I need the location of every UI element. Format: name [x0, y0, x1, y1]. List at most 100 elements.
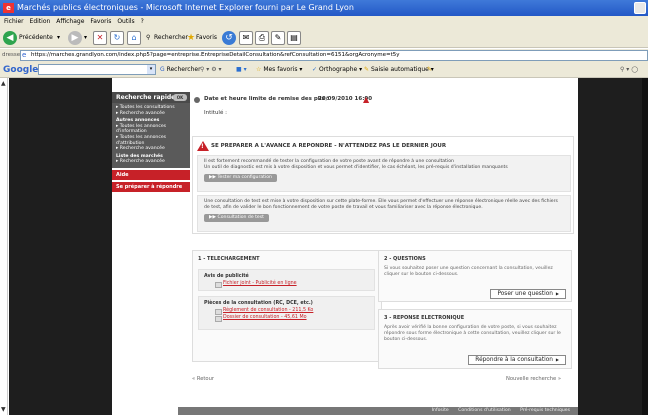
- menu-help[interactable]: ?: [141, 16, 144, 28]
- sidebar-item-notices-advanced-search[interactable]: ▸ Recherche avancée: [116, 146, 187, 152]
- test-consultation-block: Une consultation de test est mise à votr…: [197, 195, 571, 232]
- menu-edit[interactable]: Edition: [30, 16, 51, 28]
- response-title: 3 - REPONSE ELECTRONIQUE: [384, 315, 465, 321]
- calendar-icon[interactable]: ▲: [363, 95, 372, 104]
- refresh-icon[interactable]: ↻: [110, 31, 124, 45]
- google-search-button[interactable]: G Rechercher: [160, 64, 201, 76]
- sidebar-item-label: Recherche avancée: [119, 110, 165, 116]
- back-dropdown-icon[interactable]: ▾: [57, 31, 60, 45]
- window-control-button[interactable]: [634, 2, 646, 14]
- google-logo: Google: [3, 64, 38, 76]
- scroll-up-icon[interactable]: ▲: [1, 80, 6, 87]
- mail-icon[interactable]: ✉: [239, 31, 253, 45]
- prepare-warning-box: ! SE PREPARER A L'AVANCE A REPONDRE - N'…: [192, 136, 574, 234]
- address-bar: dresse e https://marches.grandlyon.com/i…: [0, 49, 648, 62]
- google-search-label: Rechercher: [166, 66, 201, 73]
- scroll-down-icon[interactable]: ▼: [1, 406, 6, 413]
- address-input[interactable]: e https://marches.grandlyon.com/index.ph…: [20, 50, 648, 61]
- rules-file-link[interactable]: Règlement de consultation - 211,5 Ko: [204, 307, 369, 315]
- sidebar-item-contracts-advanced-search[interactable]: ▸ Recherche avancée: [116, 159, 187, 165]
- print-icon[interactable]: ⎙: [255, 31, 269, 45]
- footer-link-terms[interactable]: Conditions d'utilisation: [458, 408, 511, 413]
- notice-title: Avis de publicité: [204, 274, 249, 279]
- footer-bar: Infosite Conditions d'utilisation Pré-re…: [178, 407, 578, 415]
- menu-favorites[interactable]: Favoris: [90, 16, 111, 28]
- google-favorites-button[interactable]: ☆ Mes favoris ▾: [256, 64, 302, 76]
- settings-icon[interactable]: ⚲ ▾ ◯: [620, 64, 638, 76]
- pencil-icon[interactable]: ✎: [427, 64, 432, 76]
- new-search-link[interactable]: Nouvelle recherche »: [506, 376, 561, 382]
- address-label: dresse: [2, 52, 21, 58]
- search-icon: ⚲: [146, 34, 151, 41]
- sidebar-help-link[interactable]: Aide: [112, 169, 190, 180]
- sidebar-item-information-notices[interactable]: ▸ Toutes les annonces d'information: [116, 124, 187, 135]
- consultation-file-link[interactable]: Dossier de consultation - 45,61 Mo: [204, 314, 369, 322]
- download-title: 1 - TELECHARGEMENT: [198, 256, 260, 262]
- page-icon: e: [22, 51, 27, 59]
- address-url: https://marches.grandlyon.com/index.php5…: [31, 52, 400, 58]
- left-navigation: Recherche rapide OK ▸ Toutes les consult…: [112, 92, 190, 192]
- autofill-button[interactable]: ✎ Saisie automatique ▾: [364, 64, 434, 76]
- deadline-block: Date et heure limite de remise des plis …: [192, 92, 572, 122]
- back-button[interactable]: Précédente: [19, 31, 53, 45]
- test-configuration-label: Tester ma configuration: [217, 175, 272, 181]
- forward-arrow-icon[interactable]: ▶: [68, 31, 82, 45]
- menu-bar: Fichier Edition Affichage Favoris Outils…: [0, 16, 648, 28]
- ask-question-button[interactable]: Poser une question: [490, 289, 566, 299]
- chevron-down-icon[interactable]: ▾: [147, 65, 155, 74]
- favorites-star-icon: ★: [187, 33, 196, 43]
- menu-file[interactable]: Fichier: [4, 16, 24, 28]
- sidebar-item-label: Recherche avancée: [119, 146, 165, 152]
- spellcheck-button[interactable]: ✓ Orthographe ▾: [312, 64, 362, 76]
- right-scrollbar[interactable]: [642, 78, 648, 415]
- footer-link-infosite[interactable]: Infosite: [432, 408, 449, 413]
- back-arrow-icon[interactable]: ◀: [3, 31, 17, 45]
- respond-button[interactable]: Répondre à la consultation: [468, 355, 566, 365]
- quick-search-go-button[interactable]: OK: [173, 94, 187, 101]
- forward-dropdown-icon[interactable]: ▾: [84, 31, 87, 45]
- spellcheck-label: Orthographe: [318, 66, 358, 73]
- test-configuration-button[interactable]: ▶▶ Tester ma configuration: [204, 174, 277, 183]
- sidebar-item-award-notices[interactable]: ▸ Toutes les annonces d'attribution: [116, 135, 187, 146]
- menu-tools[interactable]: Outils: [117, 16, 134, 28]
- ie-app-icon: e: [3, 3, 14, 13]
- bullet-icon: [194, 97, 200, 103]
- standard-toolbar: ◀ Précédente ▾ ▶ ▾ ✕ ↻ ⌂ ⚲ Rechercher ★ …: [0, 28, 648, 48]
- footer-link-requirements[interactable]: Pré-requis techniques: [520, 408, 570, 413]
- deadline-label: Date et heure limite de remise des plis …: [204, 96, 329, 102]
- discuss-icon[interactable]: ▤: [287, 31, 301, 45]
- stop-icon[interactable]: ✕: [93, 31, 107, 45]
- google-favorites-label: Mes favoris: [263, 66, 298, 73]
- warning-icon: !: [197, 141, 209, 151]
- history-icon[interactable]: ↺: [222, 31, 236, 45]
- documents-block: Pièces de la consultation (RC, DCE, etc.…: [198, 296, 375, 330]
- autofill-label: Saisie automatique: [370, 66, 429, 73]
- test-consultation-button[interactable]: ▶▶ Consultation de test: [204, 214, 269, 223]
- google-search-input[interactable]: ▾: [38, 64, 156, 75]
- menu-view[interactable]: Affichage: [56, 16, 84, 28]
- sidebar-item-advanced-search[interactable]: ▸ Recherche avancée: [116, 111, 187, 117]
- edit-icon[interactable]: ✎: [271, 31, 285, 45]
- left-scroll-gutter[interactable]: ▲ ▼: [0, 78, 8, 415]
- favorites-button[interactable]: Favoris: [196, 31, 217, 45]
- questions-text: Si vous souhaitez poser une question con…: [384, 266, 553, 278]
- sidebar-prepare-link[interactable]: Se préparer à répondre: [112, 181, 190, 192]
- notice-file-link[interactable]: Fichier joint - Publicité en ligne: [204, 280, 369, 288]
- search-button[interactable]: Rechercher: [154, 31, 188, 45]
- sidebar-menu: ▸ Toutes les consultations ▸ Recherche a…: [112, 103, 190, 168]
- bookmark-icon[interactable]: ■ ▾: [236, 64, 247, 76]
- home-icon[interactable]: ⌂: [127, 31, 141, 45]
- response-panel: 3 - REPONSE ELECTRONIQUE Après avoir vér…: [378, 309, 572, 369]
- google-options-icon[interactable]: ⚲ ▾ ⚙ ▾: [200, 64, 222, 76]
- back-link[interactable]: « Retour: [192, 376, 214, 382]
- questions-panel: 2 - QUESTIONS Si vous souhaitez poser un…: [378, 250, 572, 302]
- questions-title: 2 - QUESTIONS: [384, 256, 426, 262]
- warning-title: SE PREPARER A L'AVANCE A REPONDRE - N'AT…: [211, 143, 447, 149]
- quick-search-header: Recherche rapide OK: [112, 92, 190, 103]
- download-panel: 1 - TELECHARGEMENT Avis de publicité Fic…: [192, 250, 382, 362]
- google-logo-text: Google: [3, 65, 39, 75]
- sidebar-item-label: Toutes les consultations: [119, 105, 175, 110]
- browser-window: e Marchés publics électroniques - Micros…: [0, 0, 648, 415]
- title-bar: e Marchés publics électroniques - Micros…: [0, 0, 648, 16]
- config-test-block: Il est fortement recommandé de tester la…: [197, 155, 571, 192]
